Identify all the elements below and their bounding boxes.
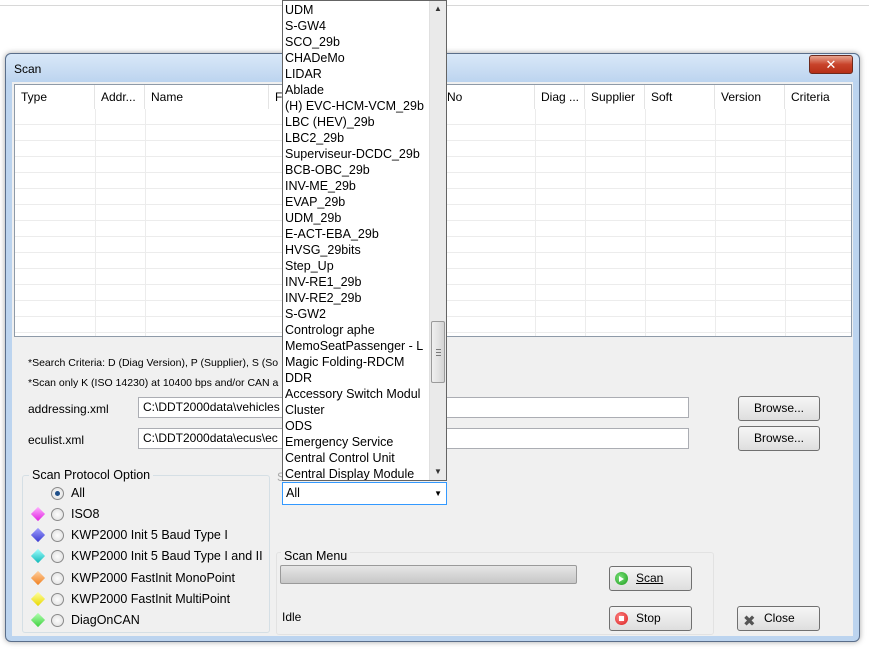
scan-progress-bar xyxy=(280,565,577,584)
dropdown-item[interactable]: Central Display Module xyxy=(285,466,431,480)
scan-protocol-title: Scan Protocol Option xyxy=(29,468,154,482)
radio-icon[interactable] xyxy=(51,572,64,585)
protocol-label: All xyxy=(71,486,85,500)
dropdown-item[interactable]: Superviseur-DCDC_29b xyxy=(285,146,431,162)
column-header-type[interactable]: Type xyxy=(15,85,95,109)
column-header-diag[interactable]: Diag ... xyxy=(535,85,585,109)
dropdown-item[interactable]: Step_Up xyxy=(285,258,431,274)
dropdown-item[interactable]: EVAP_29b xyxy=(285,194,431,210)
radio-icon[interactable] xyxy=(51,529,64,542)
radio-icon[interactable] xyxy=(51,550,64,563)
dropdown-item[interactable]: S-GW2 xyxy=(285,306,431,322)
search-criteria-note: *Search Criteria: D (Diag Version), P (S… xyxy=(28,357,279,369)
grip-icon xyxy=(436,352,441,353)
radio-icon[interactable] xyxy=(51,487,64,500)
scan-only-note: *Scan only K (ISO 14230) at 10400 bps an… xyxy=(28,377,279,389)
stop-button-label: Stop xyxy=(636,611,661,625)
radio-icon[interactable] xyxy=(51,593,64,606)
dropdown-item[interactable]: Ablade xyxy=(285,82,431,98)
stop-button[interactable]: Stop xyxy=(609,606,692,631)
protocol-label: DiagOnCAN xyxy=(71,613,140,627)
dropdown-item[interactable]: DDR xyxy=(285,370,431,386)
dropdown-item[interactable]: Central Control Unit xyxy=(285,450,431,466)
dropdown-item[interactable]: Emergency Service xyxy=(285,434,431,450)
dropdown-item[interactable]: SCO_29b xyxy=(285,34,431,50)
scroll-up-arrow-icon[interactable]: ▲ xyxy=(430,1,446,17)
grip-icon xyxy=(436,355,441,356)
protocol-option-kwp-fastinit-mono[interactable]: KWP2000 FastInit MonoPoint xyxy=(23,570,283,588)
diamond-icon xyxy=(30,570,46,586)
protocol-option-diagoncan[interactable]: DiagOnCAN xyxy=(23,612,283,630)
browse-addressing-button[interactable]: Browse... xyxy=(738,396,820,421)
stop-square-icon xyxy=(619,616,624,621)
dropdown-item[interactable]: HVSG_29bits xyxy=(285,242,431,258)
protocol-label: KWP2000 Init 5 Baud Type I xyxy=(71,528,228,542)
radio-icon[interactable] xyxy=(51,614,64,627)
protocol-option-all[interactable]: All xyxy=(23,485,283,503)
dropdown-item[interactable]: Accessory Switch Modul xyxy=(285,386,431,402)
column-header-soft[interactable]: Soft xyxy=(645,85,715,109)
browse-eculist-button[interactable]: Browse... xyxy=(738,426,820,451)
scan-button-label: Scan xyxy=(636,571,664,585)
dropdown-item[interactable]: (H) EVC-HCM-VCM_29b xyxy=(285,98,431,114)
close-x-icon: ✖ xyxy=(743,613,756,630)
column-header-name[interactable]: Name xyxy=(145,85,269,109)
dropdown-item[interactable]: LBC2_29b xyxy=(285,130,431,146)
diamond-icon xyxy=(30,548,46,564)
window-close-button[interactable]: ✕ xyxy=(809,55,853,74)
dropdown-item[interactable]: INV-RE1_29b xyxy=(285,274,431,290)
column-header-criteria[interactable]: Criteria xyxy=(785,85,851,109)
protocol-label: KWP2000 FastInit MonoPoint xyxy=(71,571,235,585)
combobox-selected-value: All xyxy=(286,486,300,500)
scroll-down-arrow-icon[interactable]: ▼ xyxy=(430,464,446,480)
diamond-icon xyxy=(30,591,46,607)
protocol-label: KWP2000 Init 5 Baud Type I and II xyxy=(71,549,263,563)
protocol-label: ISO8 xyxy=(71,507,100,521)
protocol-option-kwp-init5-type1-2[interactable]: KWP2000 Init 5 Baud Type I and II xyxy=(23,548,283,566)
chevron-down-icon[interactable]: ▼ xyxy=(434,483,442,504)
dropdown-item[interactable]: S-GW4 xyxy=(285,18,431,34)
scan-button[interactable]: Scan xyxy=(609,566,692,591)
column-header-no[interactable]: No xyxy=(441,85,535,109)
dropdown-item[interactable]: BCB-OBC_29b xyxy=(285,162,431,178)
dropdown-item[interactable]: MemoSeatPassenger - L xyxy=(285,338,431,354)
dropdown-item[interactable]: INV-RE2_29b xyxy=(285,290,431,306)
column-header-version[interactable]: Version xyxy=(715,85,785,109)
dropdown-item[interactable]: Contrologr aphe xyxy=(285,322,431,338)
diamond-icon xyxy=(30,506,46,522)
window-title: Scan xyxy=(14,62,42,76)
addressing-label: addressing.xml xyxy=(28,402,109,416)
protocol-option-iso8[interactable]: ISO8 xyxy=(23,506,283,524)
close-button-label: Close xyxy=(764,611,795,625)
dropdown-item[interactable]: UDM_29b xyxy=(285,210,431,226)
dropdown-item[interactable]: CHADeMo xyxy=(285,50,431,66)
ecu-filter-dropdown-list[interactable]: UDM S-GW4 SCO_29b CHADeMo LIDAR Ablade (H) EVC… xyxy=(282,0,447,481)
dropdown-item[interactable]: LIDAR xyxy=(285,66,431,82)
play-triangle-icon xyxy=(619,576,624,582)
dropdown-item[interactable]: LBC (HEV)_29b xyxy=(285,114,431,130)
protocol-option-kwp-init5-type1[interactable]: KWP2000 Init 5 Baud Type I xyxy=(23,527,283,545)
scan-protocol-group: Scan Protocol Option All ISO8 KWP2000 In… xyxy=(22,468,270,633)
dropdown-scrollbar[interactable]: ▲ ▼ xyxy=(429,1,446,480)
scrollbar-thumb[interactable] xyxy=(431,321,445,383)
dropdown-item[interactable]: E-ACT-EBA_29b xyxy=(285,226,431,242)
diamond-icon xyxy=(30,527,46,543)
protocol-option-kwp-fastinit-multi[interactable]: KWP2000 FastInit MultiPoint xyxy=(23,591,283,609)
dropdown-item[interactable]: INV-ME_29b xyxy=(285,178,431,194)
scan-menu-title: Scan Menu xyxy=(281,549,351,563)
column-header-supplier[interactable]: Supplier xyxy=(585,85,645,109)
ecu-filter-combobox[interactable]: All ▼ xyxy=(282,482,447,505)
grip-icon xyxy=(436,349,441,350)
column-header-address[interactable]: Addr... xyxy=(95,85,145,109)
eculist-label: eculist.xml xyxy=(28,433,85,447)
radio-icon[interactable] xyxy=(51,508,64,521)
scan-status: Idle xyxy=(282,610,302,624)
protocol-label: KWP2000 FastInit MultiPoint xyxy=(71,592,231,606)
dropdown-item[interactable]: UDM xyxy=(285,2,431,18)
dropdown-item[interactable]: Cluster xyxy=(285,402,431,418)
dropdown-item[interactable]: ODS xyxy=(285,418,431,434)
close-button[interactable]: ✖ Close xyxy=(737,606,820,631)
dropdown-item[interactable]: Magic Folding-RDCM xyxy=(285,354,431,370)
diamond-icon xyxy=(30,612,46,628)
